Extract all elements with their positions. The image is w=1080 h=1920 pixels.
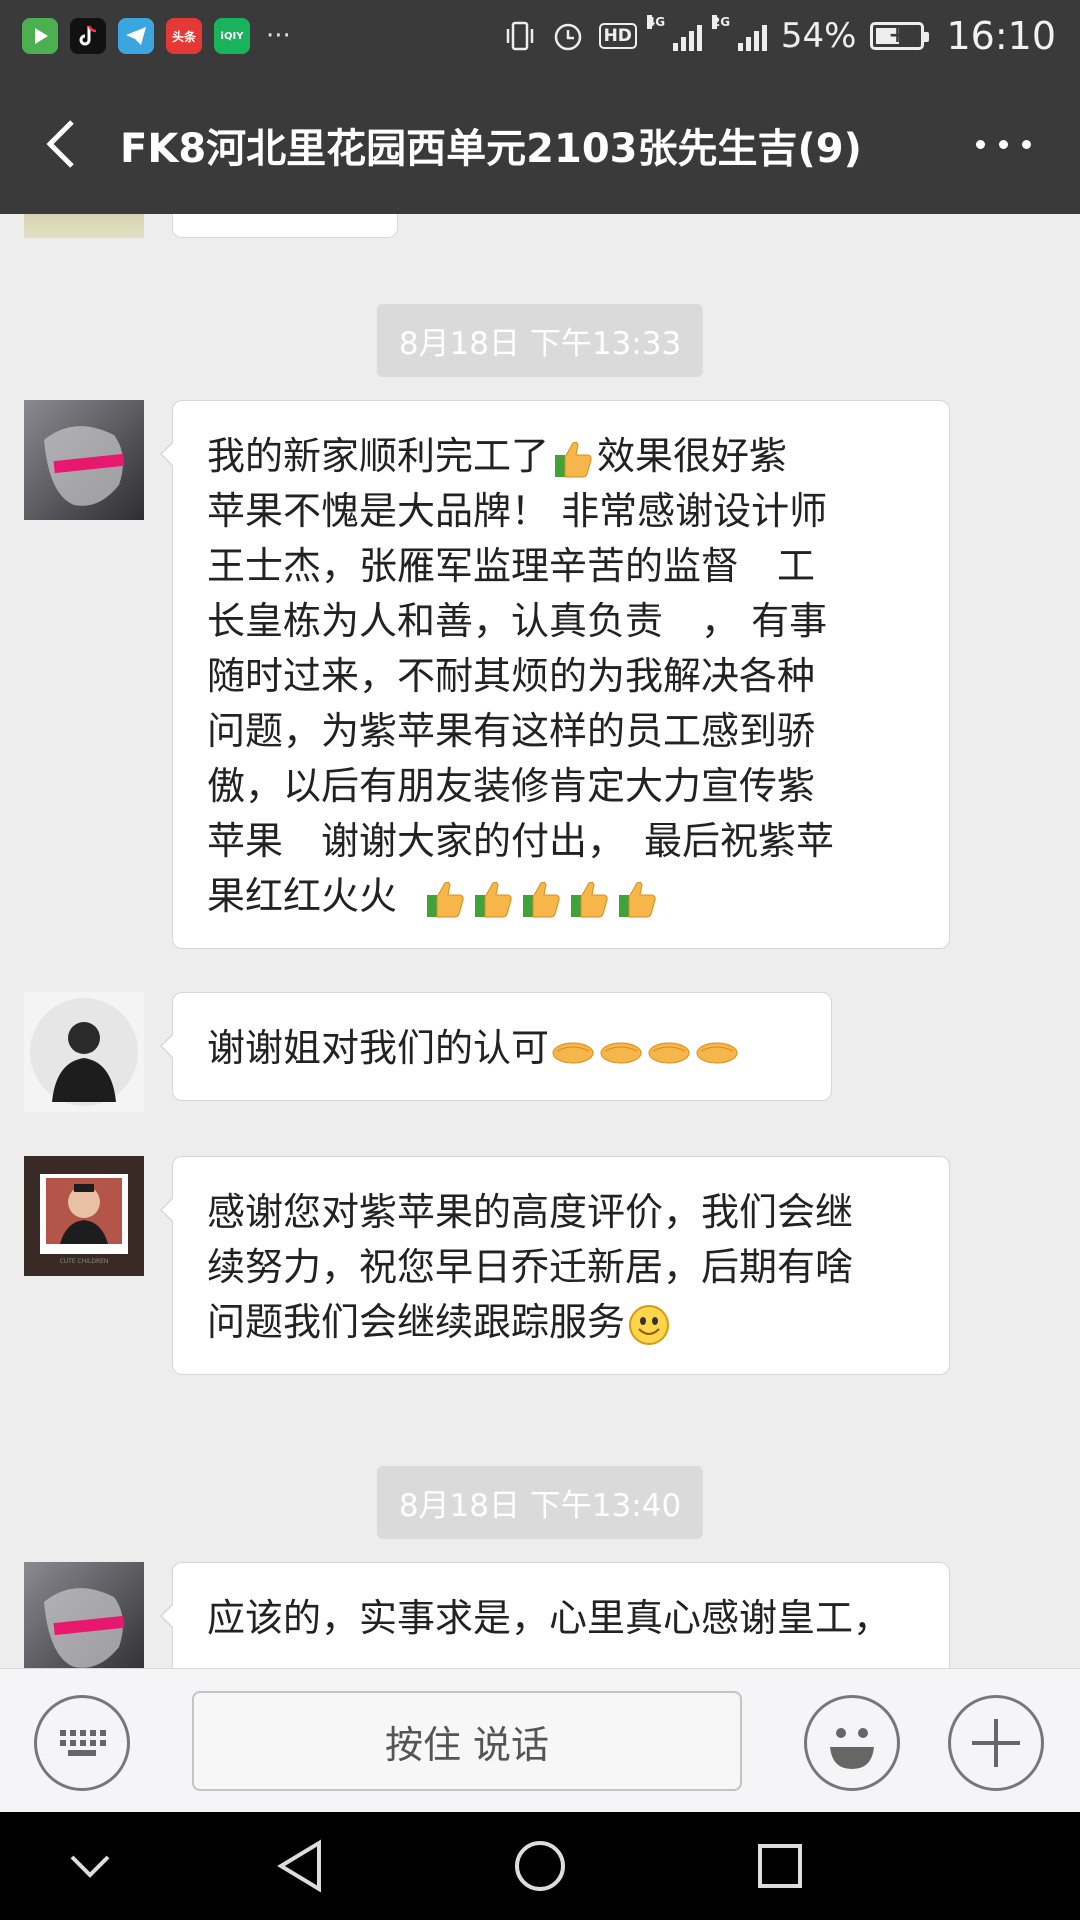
handshake-icon (696, 1042, 738, 1063)
thumbs-up-icon (523, 881, 560, 917)
message-text-start: 感谢您对紫苹果的高度评价，我们会继 续努力，祝您早日乔迁新居，后期有啥 问题我们… (207, 1190, 854, 1344)
avatar[interactable]: CUTE CHILDREN (24, 1156, 144, 1276)
message-text-start: 谢谢姐对我们的认可 (207, 1026, 550, 1070)
message-bubble[interactable]: 我的新家顺利完工了 效果很好紫 苹果不愧是大品牌！ 非常感谢设计师 王士杰，张雁军… (160, 400, 950, 949)
avatar-caption: CUTE CHILDREN (59, 1258, 109, 1265)
thumbs-up-icon (555, 441, 592, 477)
previous-message-avatar (24, 214, 144, 238)
back-button[interactable] (36, 112, 92, 176)
nav-recents-button[interactable] (750, 1836, 810, 1896)
previous-message-bubble (172, 214, 398, 238)
smile-icon (629, 1304, 670, 1345)
thumbs-up-icon (571, 881, 608, 917)
keyboard-icon (60, 1730, 106, 1756)
charging-plus: + (888, 23, 907, 48)
tiktok-icon (70, 18, 106, 54)
emoji-face-icon (830, 1728, 874, 1769)
avatar[interactable] (24, 1562, 144, 1668)
more-actions-button[interactable] (948, 1695, 1044, 1791)
toutiao-icon-text: 头条 (171, 29, 196, 44)
dot-icon (998, 139, 1008, 149)
plus-icon (972, 1719, 1020, 1767)
hd-icon: HD (598, 23, 637, 49)
status-indicators: HD 4G 2G 54% + 16:10 (503, 14, 1056, 58)
avatar[interactable] (24, 400, 144, 520)
avatar[interactable] (24, 992, 144, 1112)
thumbs-up-icon (475, 881, 512, 917)
chat-messages[interactable]: 8月18日 下午13:33 我的新家顺利完工了 效果很好紫 苹果不愧是大品牌！ 非… (0, 214, 1080, 1668)
system-navigation-bar (0, 1812, 1080, 1920)
handshake-icon (552, 1042, 594, 1063)
chevron-left-icon (46, 120, 74, 168)
clock: 16:10 (946, 14, 1056, 58)
message-text: 应该的，实事求是，心里真心感谢皇工， (207, 1596, 892, 1640)
input-bar: 按住 说话 (0, 1668, 1080, 1812)
signal-4g-label: 4G (646, 15, 666, 29)
chat-header: FK8河北里花园西单元2103张先生吉(9) (0, 72, 1080, 214)
toutiao-icon: 头条 (166, 18, 202, 54)
message-text: 感谢您对紫苹果的高度评价，我们会继 续努力，祝您早日乔迁新居，后期有啥 问题我们… (207, 1185, 915, 1350)
chevron-down-icon (70, 1855, 110, 1878)
message-text: 谢谢姐对我们的认可 (207, 1021, 797, 1076)
thumbs-up-icon (427, 881, 464, 917)
battery-percent: 54% (780, 16, 857, 56)
message-text-mid: 效果很好紫 (597, 434, 788, 478)
nav-hide-button[interactable] (60, 1836, 120, 1896)
iqiyi-icon: iQIY (214, 18, 250, 54)
message-text-start: 我的新家顺利完工了 (207, 434, 550, 478)
telegram-icon (118, 18, 154, 54)
chat-title: FK8河北里花园西单元2103张先生吉(9) (120, 126, 862, 172)
handshake-icon (600, 1042, 642, 1063)
hold-to-talk-button[interactable]: 按住 说话 (192, 1691, 742, 1791)
video-app-icon (22, 18, 58, 54)
message-text-body: 苹果不愧是大品牌！ 非常感谢设计师 王士杰，张雁军监理辛苦的监督 工 长皇栋为人… (207, 489, 835, 918)
keyboard-toggle-button[interactable] (34, 1695, 130, 1791)
signal-4g-icon: 4G (646, 15, 702, 51)
iqiyi-icon-text: iQIY (220, 30, 244, 42)
message-bubble[interactable]: 感谢您对紫苹果的高度评价，我们会继 续努力，祝您早日乔迁新居，后期有啥 问题我们… (160, 1156, 950, 1375)
handshake-icon (648, 1042, 690, 1063)
triangle-back-icon (277, 1839, 321, 1893)
more-notifications-icon: ··· (266, 21, 291, 51)
timestamp: 8月18日 下午13:33 (376, 304, 704, 377)
message-bubble[interactable]: 谢谢姐对我们的认可 (160, 992, 832, 1101)
notification-app-icons: 头条 iQIY ··· (22, 18, 291, 54)
alarm-icon (554, 23, 581, 51)
status-bar: 头条 iQIY ··· HD 4G 2G 54% + 16:10 (0, 0, 1080, 72)
message-bubble[interactable]: 应该的，实事求是，心里真心感谢皇工， (160, 1562, 950, 1668)
thumbs-up-icon (619, 881, 656, 917)
battery-charging-icon: + (870, 22, 930, 50)
nav-back-button[interactable] (270, 1836, 330, 1896)
timestamp: 8月18日 下午13:40 (376, 1466, 704, 1539)
message-text: 我的新家顺利完工了 效果很好紫 苹果不愧是大品牌！ 非常感谢设计师 王士杰，张雁军… (207, 429, 915, 924)
dot-icon (1021, 139, 1031, 149)
signal-2g-icon: 2G (711, 15, 767, 51)
circle-home-icon (515, 1841, 565, 1891)
more-options-button[interactable] (966, 126, 1040, 162)
vibrate-icon (506, 21, 533, 51)
signal-2g-label: 2G (711, 15, 731, 29)
nav-home-button[interactable] (510, 1836, 570, 1896)
square-recents-icon (758, 1844, 802, 1888)
dot-icon (975, 139, 985, 149)
emoji-button[interactable] (804, 1695, 900, 1791)
